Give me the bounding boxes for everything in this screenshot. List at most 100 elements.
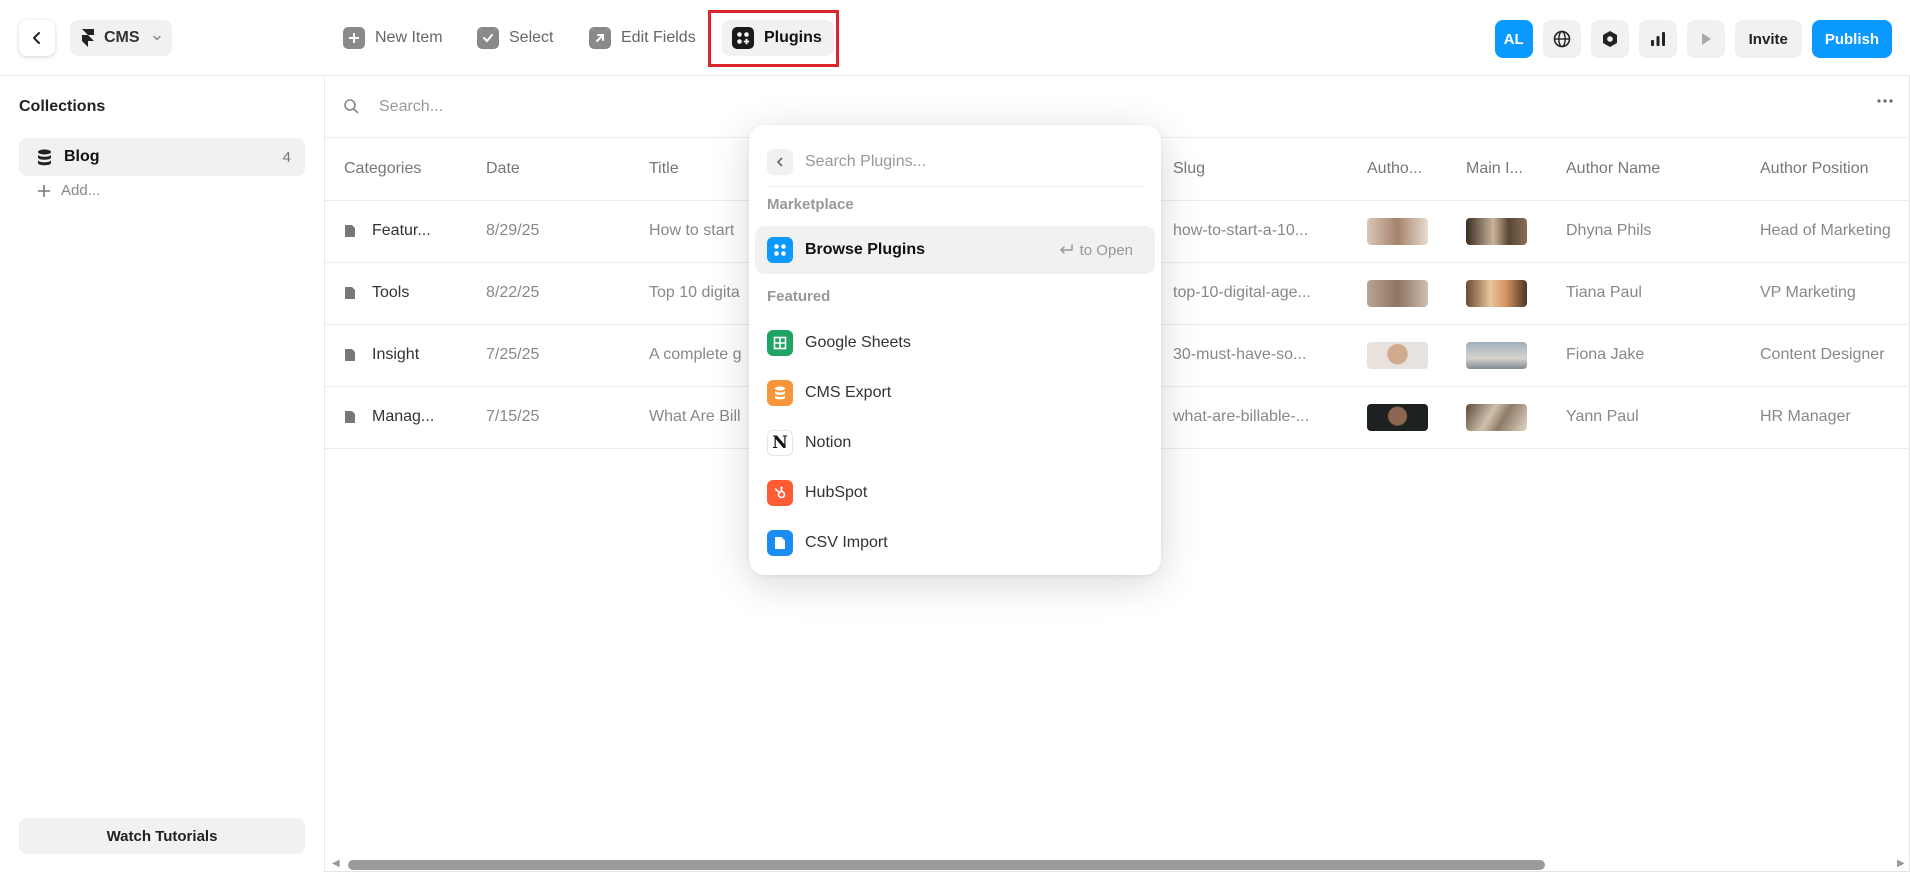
collection-count: 4 bbox=[282, 148, 291, 166]
author-image-thumbnail bbox=[1367, 217, 1428, 245]
more-options-icon[interactable] bbox=[1876, 98, 1894, 104]
plus-icon bbox=[343, 27, 365, 49]
plugin-label: Notion bbox=[805, 434, 852, 451]
add-collection-button[interactable]: Add... bbox=[37, 182, 100, 199]
play-icon bbox=[1701, 33, 1711, 45]
search-icon bbox=[344, 99, 359, 114]
database-icon bbox=[38, 149, 51, 165]
scroll-right-icon[interactable]: ▶ bbox=[1897, 858, 1905, 869]
edit-fields-button[interactable]: Edit Fields bbox=[581, 20, 704, 56]
globe-button[interactable] bbox=[1542, 20, 1581, 58]
author-position-cell: HR Manager bbox=[1741, 386, 1910, 449]
author-image-thumbnail bbox=[1367, 341, 1428, 369]
add-collection-label: Add... bbox=[61, 182, 101, 199]
google-sheets-icon bbox=[767, 330, 793, 356]
author-name-cell: Dhyna Phils bbox=[1547, 200, 1741, 263]
plugin-item-csv-import[interactable]: CSV Import bbox=[755, 519, 1155, 567]
project-label: CMS bbox=[104, 29, 140, 46]
framer-logo-icon bbox=[82, 29, 94, 47]
main-image-cell bbox=[1447, 200, 1547, 263]
new-item-button[interactable]: New Item bbox=[335, 20, 451, 56]
sidebar-title: Collections bbox=[19, 98, 106, 115]
table-search-input[interactable] bbox=[379, 90, 979, 124]
checkbox-icon bbox=[477, 27, 499, 49]
author-position-cell: Head of Marketing bbox=[1741, 200, 1910, 263]
collection-item-blog[interactable]: Blog 4 bbox=[19, 138, 305, 176]
category-cell: Featur... bbox=[344, 222, 467, 240]
invite-button[interactable]: Invite bbox=[1734, 20, 1802, 58]
category-value: Featur... bbox=[372, 222, 431, 239]
horizontal-scrollbar-thumb[interactable] bbox=[348, 860, 1545, 870]
analytics-button[interactable] bbox=[1638, 20, 1677, 58]
project-switcher[interactable]: CMS bbox=[70, 20, 172, 56]
column-header[interactable]: Date bbox=[467, 138, 630, 201]
new-item-label: New Item bbox=[375, 29, 443, 46]
main-image-thumbnail bbox=[1466, 341, 1527, 369]
select-label: Select bbox=[509, 29, 554, 46]
slug-cell: what-are-billable-... bbox=[1154, 386, 1348, 449]
category-cell: Manag... bbox=[344, 408, 467, 426]
author-name-cell: Fiona Jake bbox=[1547, 324, 1741, 387]
enter-key-icon bbox=[1059, 244, 1073, 254]
marketplace-section-label: Marketplace bbox=[767, 196, 854, 213]
preview-button[interactable] bbox=[1686, 20, 1725, 58]
plugins-search-row bbox=[767, 137, 1143, 187]
column-header[interactable]: Categories bbox=[325, 138, 467, 201]
category-value: Insight bbox=[372, 346, 420, 363]
plugin-item-cms-export[interactable]: CMS Export bbox=[755, 369, 1155, 417]
category-cell: Tools bbox=[344, 284, 467, 302]
plugins-search-input[interactable] bbox=[805, 152, 1105, 171]
dropdown-back-button[interactable] bbox=[767, 148, 793, 175]
browse-plugins-item[interactable]: Browse Plugins to Open bbox=[755, 226, 1155, 274]
select-button[interactable]: Select bbox=[469, 20, 561, 56]
main-image-thumbnail bbox=[1466, 217, 1527, 245]
scroll-left-icon[interactable]: ◀ bbox=[332, 858, 340, 869]
hubspot-icon bbox=[767, 480, 793, 506]
open-hint: to Open bbox=[1058, 242, 1133, 259]
slug-cell: 30-must-have-so... bbox=[1154, 324, 1348, 387]
bar-chart-icon bbox=[1650, 32, 1665, 46]
main-image-thumbnail bbox=[1466, 403, 1527, 431]
plus-icon bbox=[38, 184, 50, 197]
publish-button[interactable]: Publish bbox=[1811, 20, 1892, 58]
cms-export-icon bbox=[767, 380, 793, 406]
author-name-cell: Yann Paul bbox=[1547, 386, 1741, 449]
column-header[interactable]: Author Name bbox=[1547, 138, 1741, 201]
author-image-cell bbox=[1348, 200, 1447, 263]
collection-label: Blog bbox=[64, 148, 100, 165]
user-avatar[interactable]: AL bbox=[1494, 20, 1533, 58]
chevron-left-icon bbox=[776, 157, 783, 166]
column-header[interactable]: Main I... bbox=[1447, 138, 1547, 201]
file-icon bbox=[345, 287, 355, 299]
author-image-cell bbox=[1348, 262, 1447, 325]
column-header[interactable]: Slug bbox=[1154, 138, 1348, 201]
author-position-cell: VP Marketing bbox=[1741, 262, 1910, 325]
open-hint-label: to Open bbox=[1079, 241, 1133, 259]
watch-tutorials-button[interactable]: Watch Tutorials bbox=[19, 818, 305, 854]
column-header[interactable]: Autho... bbox=[1348, 138, 1447, 201]
column-header[interactable]: Author Position bbox=[1741, 138, 1910, 201]
date-cell: 8/22/25 bbox=[467, 262, 630, 325]
plugin-label: CMS Export bbox=[805, 384, 892, 401]
notion-icon: N bbox=[767, 430, 793, 456]
plugin-label: Google Sheets bbox=[805, 334, 911, 351]
author-image-cell bbox=[1348, 386, 1447, 449]
plugins-icon bbox=[767, 237, 793, 263]
main-image-cell bbox=[1447, 386, 1547, 449]
back-button[interactable] bbox=[19, 20, 55, 56]
plugin-item-google-sheets[interactable]: Google Sheets bbox=[755, 319, 1155, 367]
top-toolbar: CMS New Item Select Edit Fields Plugins … bbox=[0, 0, 1910, 76]
globe-icon bbox=[1553, 30, 1570, 48]
main-image-thumbnail bbox=[1466, 279, 1527, 307]
author-position-cell: Content Designer bbox=[1741, 324, 1910, 387]
plugin-item-hubspot[interactable]: HubSpot bbox=[755, 469, 1155, 517]
highlight-outline bbox=[708, 10, 839, 67]
settings-button[interactable] bbox=[1590, 20, 1629, 58]
author-image-cell bbox=[1348, 324, 1447, 387]
category-value: Manag... bbox=[372, 408, 435, 425]
author-image-thumbnail bbox=[1367, 403, 1428, 431]
featured-section-label: Featured bbox=[767, 288, 831, 305]
plugin-item-notion[interactable]: N Notion bbox=[755, 419, 1155, 467]
date-cell: 7/25/25 bbox=[467, 324, 630, 387]
date-cell: 8/29/25 bbox=[467, 200, 630, 263]
